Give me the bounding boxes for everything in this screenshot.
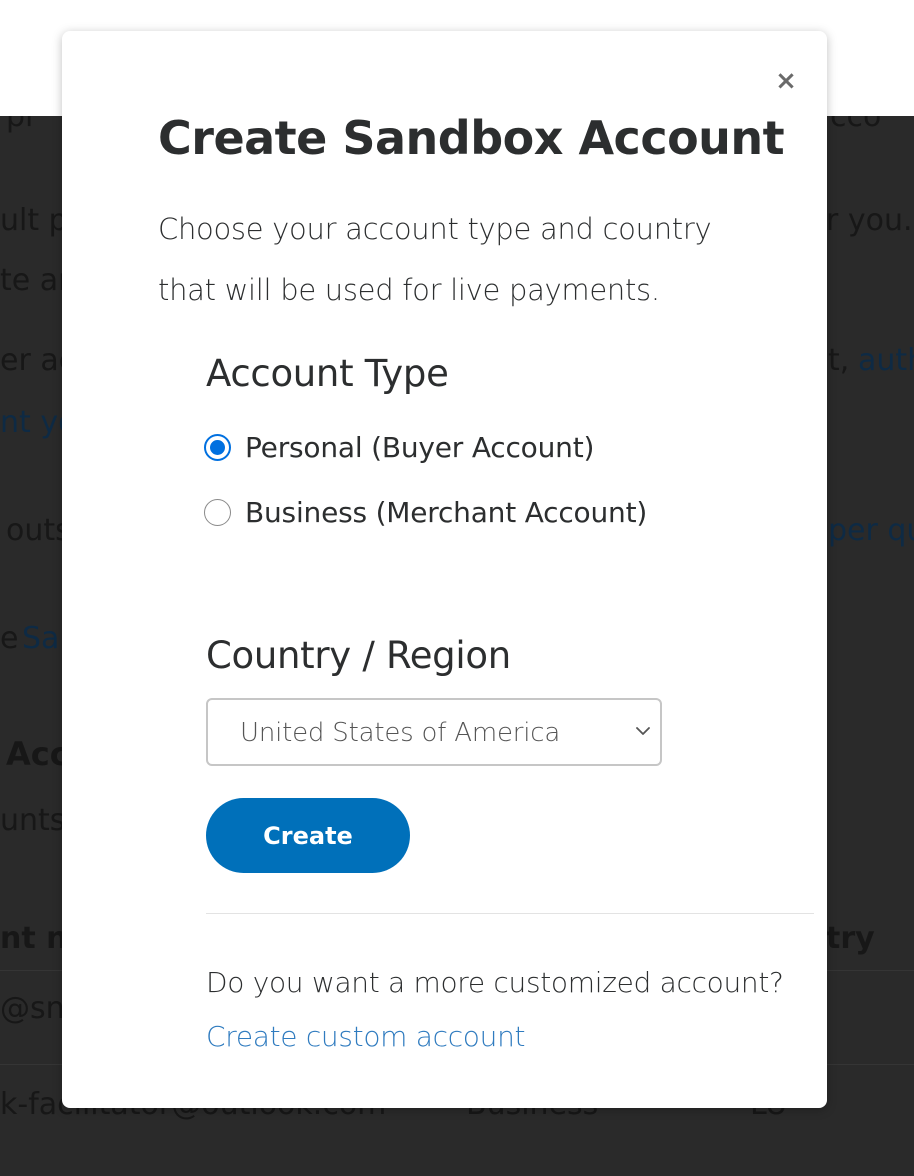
bg-link: auth	[858, 343, 914, 378]
dialog-title: Create Sandbox Account	[158, 111, 785, 165]
bg-text: cco	[830, 116, 882, 134]
radio-button-checked[interactable]	[204, 434, 231, 461]
country-select-value: United States of America	[240, 718, 561, 748]
radio-personal-account[interactable]: Personal (Buyer Account)	[204, 431, 594, 464]
bg-text: t,	[828, 343, 850, 378]
bg-link: per qu	[828, 513, 914, 548]
close-button[interactable]: ×	[774, 68, 798, 94]
bg-text: e	[0, 621, 19, 656]
bg-link: Sa	[22, 621, 60, 656]
description-line: that will be used for live payments.	[158, 273, 660, 307]
create-custom-account-link[interactable]: Create custom account	[206, 1020, 526, 1053]
radio-business-account[interactable]: Business (Merchant Account)	[204, 496, 647, 529]
radio-label-business: Business (Merchant Account)	[245, 496, 648, 529]
bg-heading: Acc	[6, 735, 69, 773]
description-line: Choose your account type and country	[158, 212, 712, 246]
bg-text: te ar	[0, 263, 71, 298]
radio-button-unchecked[interactable]	[204, 499, 231, 526]
bg-table-cell: @sn	[0, 991, 65, 1026]
chevron-down-icon	[636, 727, 650, 735]
bg-text: pl	[6, 116, 34, 134]
bg-table-header: try	[826, 921, 875, 956]
create-sandbox-account-dialog: × Create Sandbox Account Choose your acc…	[62, 31, 827, 1108]
radio-label-personal: Personal (Buyer Account)	[245, 431, 595, 464]
divider	[206, 913, 814, 914]
dialog-description: Choose your account type and country tha…	[158, 199, 758, 321]
account-type-label: Account Type	[206, 352, 449, 395]
create-button[interactable]: Create	[206, 798, 410, 873]
country-region-label: Country / Region	[206, 634, 511, 677]
bg-text: r you.	[826, 203, 913, 238]
custom-account-question: Do you want a more customized account?	[206, 966, 784, 999]
country-select[interactable]: United States of America	[206, 698, 662, 766]
bg-text: ult p	[0, 203, 68, 238]
